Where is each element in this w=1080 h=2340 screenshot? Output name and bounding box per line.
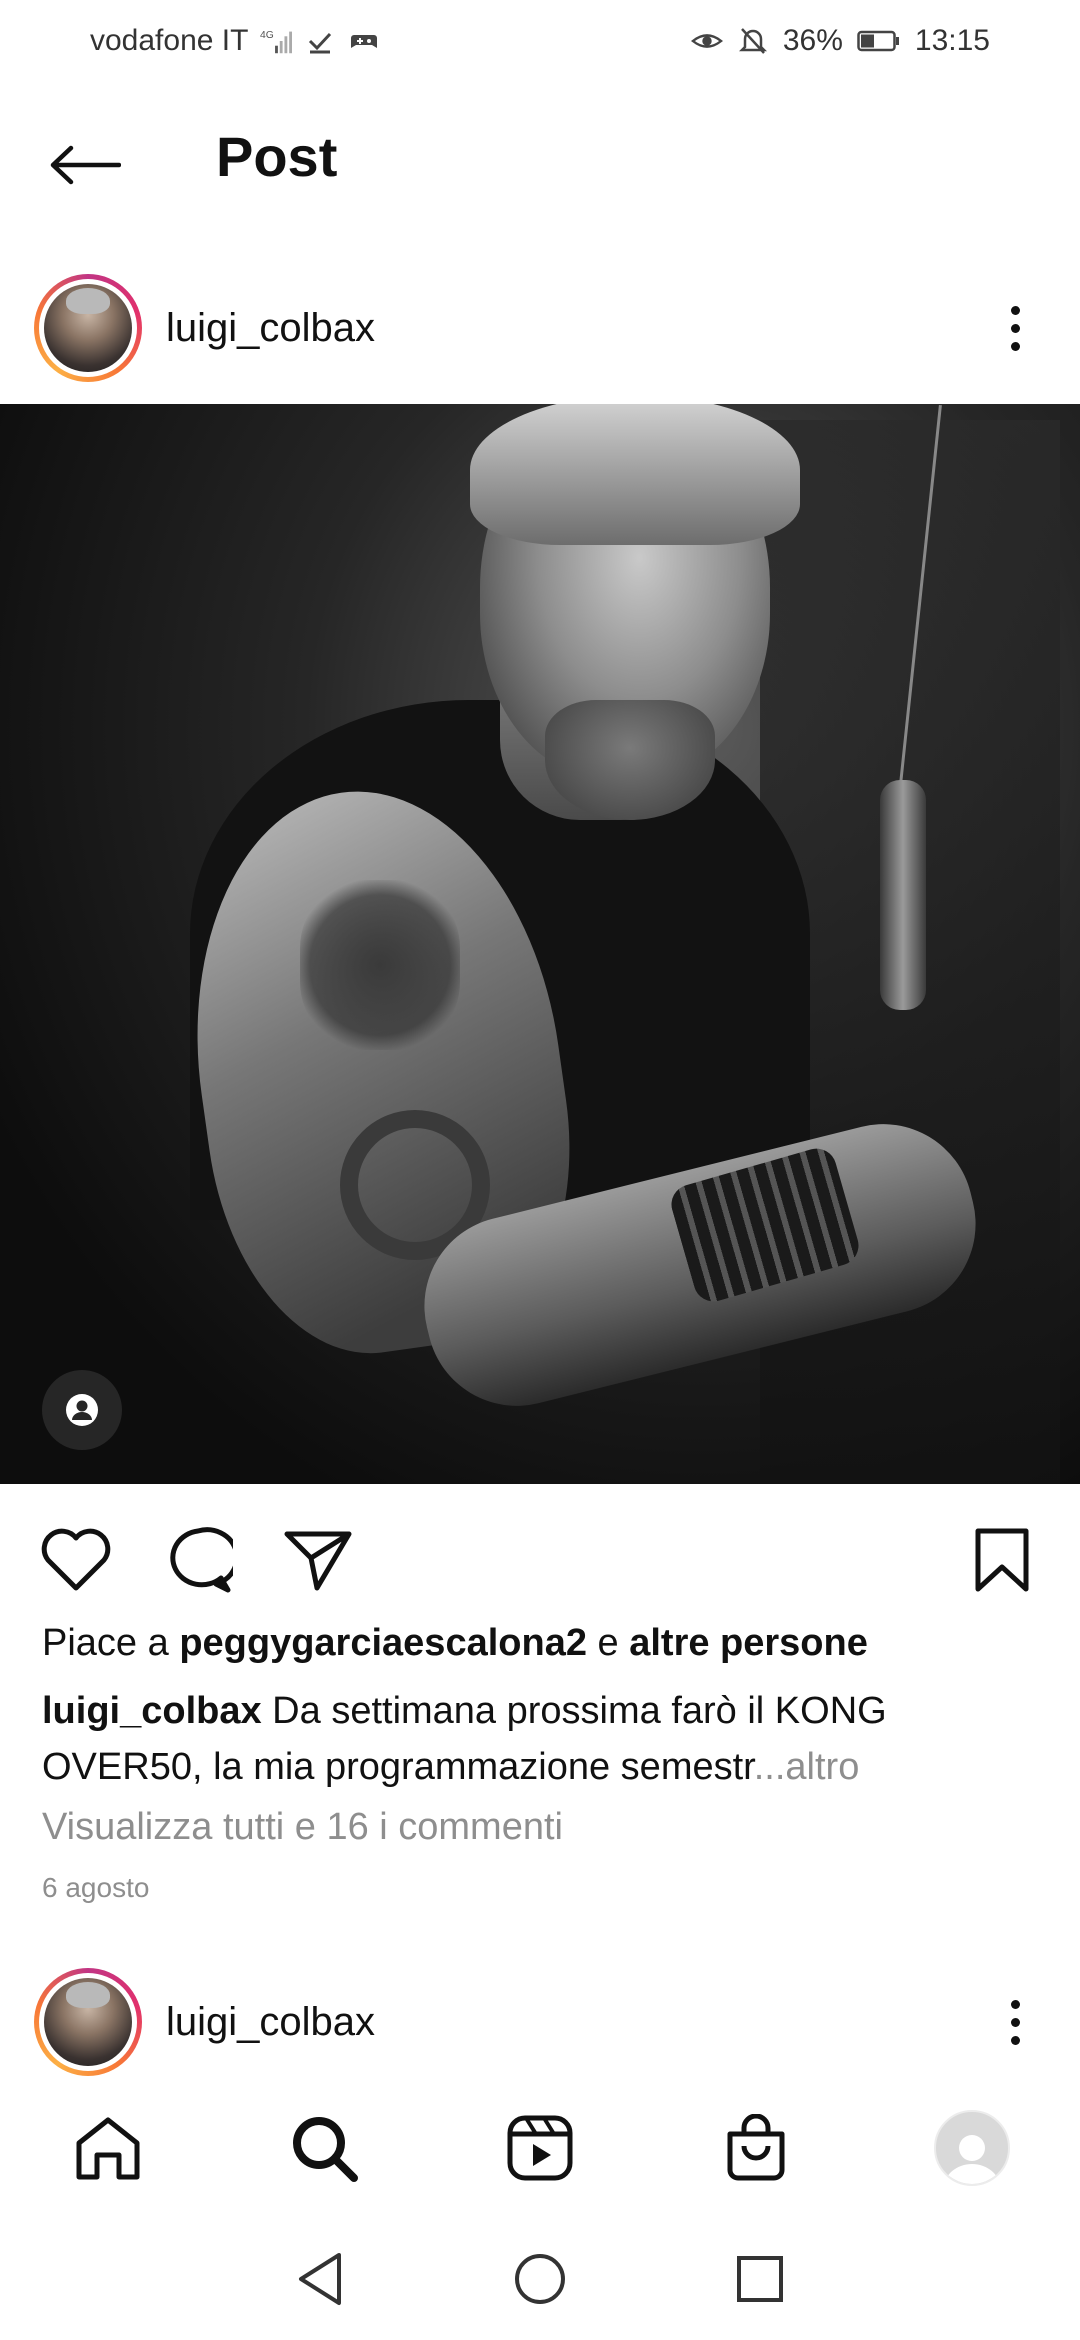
check-icon: [304, 25, 336, 57]
save-button[interactable]: [962, 1520, 1042, 1600]
more-options-button[interactable]: [990, 288, 1040, 368]
bookmark-icon: [975, 1528, 1029, 1592]
dot-icon: [1010, 2035, 1020, 2045]
back-button[interactable]: [40, 130, 130, 200]
photo-hair: [470, 404, 800, 545]
nav-home[interactable]: [63, 2103, 153, 2193]
likes-prefix: Piace a: [42, 1622, 180, 1664]
status-left: vodafone IT 4G: [90, 24, 380, 58]
user-tag-icon: [66, 1394, 98, 1426]
likes-user-link[interactable]: peggygarciaescalona2: [179, 1622, 587, 1664]
likes-others-link[interactable]: altre persone: [629, 1622, 868, 1664]
next-post-username[interactable]: luigi_colbax: [166, 2000, 375, 2045]
nav-reels[interactable]: [495, 2103, 585, 2193]
caption-username[interactable]: luigi_colbax: [42, 1690, 262, 1732]
page-title: Post: [216, 125, 338, 188]
square-recents-icon: [737, 2256, 783, 2302]
post-header: luigi_colbax: [0, 268, 1080, 388]
dot-icon: [1010, 305, 1020, 315]
likes-summary[interactable]: Piace a peggygarciaescalona2 e altre per…: [42, 1622, 868, 1665]
dot-icon: [1010, 2017, 1020, 2027]
clock: 13:15: [914, 24, 990, 57]
network-label: 4G: [260, 30, 274, 41]
comment-button[interactable]: [158, 1520, 238, 1600]
status-bar: vodafone IT 4G 36% 13:15: [0, 0, 1080, 82]
dot-icon: [1010, 1999, 1020, 2009]
heart-icon: [41, 1528, 111, 1591]
system-recents-button[interactable]: [725, 2244, 795, 2314]
header: Post: [0, 90, 1080, 240]
carrier-label: vodafone IT: [90, 24, 249, 57]
avatar[interactable]: [34, 1968, 142, 2076]
post-caption: luigi_colbax Da settimana prossima farò …: [42, 1683, 1042, 1795]
next-post-header: luigi_colbax: [0, 1962, 1080, 2082]
avatar[interactable]: [34, 274, 142, 382]
battery-percent: 36%: [782, 24, 843, 57]
avatar-image: [44, 1978, 132, 2066]
post-date: 6 agosto: [42, 1872, 150, 1903]
dot-icon: [1010, 323, 1020, 333]
circle-home-icon: [515, 2254, 565, 2304]
bell-off-icon: [737, 25, 769, 57]
shop-icon: [727, 2114, 785, 2181]
view-comments-link[interactable]: Visualizza tutti e 16 i commenti: [42, 1806, 563, 1849]
back-arrow-icon: [50, 145, 121, 185]
bottom-navigation: [0, 2090, 1080, 2206]
system-navigation: [0, 2218, 1080, 2340]
dot-icon: [1010, 341, 1020, 351]
nav-profile[interactable]: [927, 2103, 1017, 2193]
send-icon: [284, 1531, 352, 1591]
home-icon: [76, 2117, 140, 2180]
profile-avatar: [934, 2110, 1010, 2186]
eye-icon: [690, 25, 723, 57]
triangle-back-icon: [299, 2253, 341, 2305]
comment-icon: [170, 1527, 233, 1593]
signal-icon: 4G: [260, 25, 293, 57]
post-actions: [0, 1490, 1080, 1620]
battery-icon: [857, 25, 901, 57]
system-back-button[interactable]: [285, 2244, 355, 2314]
likes-conjunction: e: [586, 1622, 630, 1664]
status-right: 36% 13:15: [690, 24, 990, 58]
tagged-users-button[interactable]: [42, 1370, 122, 1450]
photo-handle: [880, 780, 926, 1010]
avatar-image: [44, 284, 132, 372]
like-button[interactable]: [36, 1520, 116, 1600]
share-button[interactable]: [278, 1520, 358, 1600]
system-home-button[interactable]: [505, 2244, 575, 2314]
more-options-button[interactable]: [990, 1982, 1040, 2062]
user-placeholder-icon: [944, 2135, 1000, 2184]
photo-beard: [545, 700, 715, 820]
post-photo[interactable]: [0, 404, 1080, 1484]
game-icon: [348, 25, 380, 57]
post-username[interactable]: luigi_colbax: [166, 306, 375, 351]
search-icon: [293, 2117, 358, 2182]
reels-icon: [507, 2115, 573, 2181]
caption-more-link[interactable]: ...altro: [754, 1746, 860, 1788]
nav-shop[interactable]: [711, 2103, 801, 2193]
nav-search[interactable]: [279, 2103, 369, 2193]
photo-tattoo: [300, 880, 460, 1050]
